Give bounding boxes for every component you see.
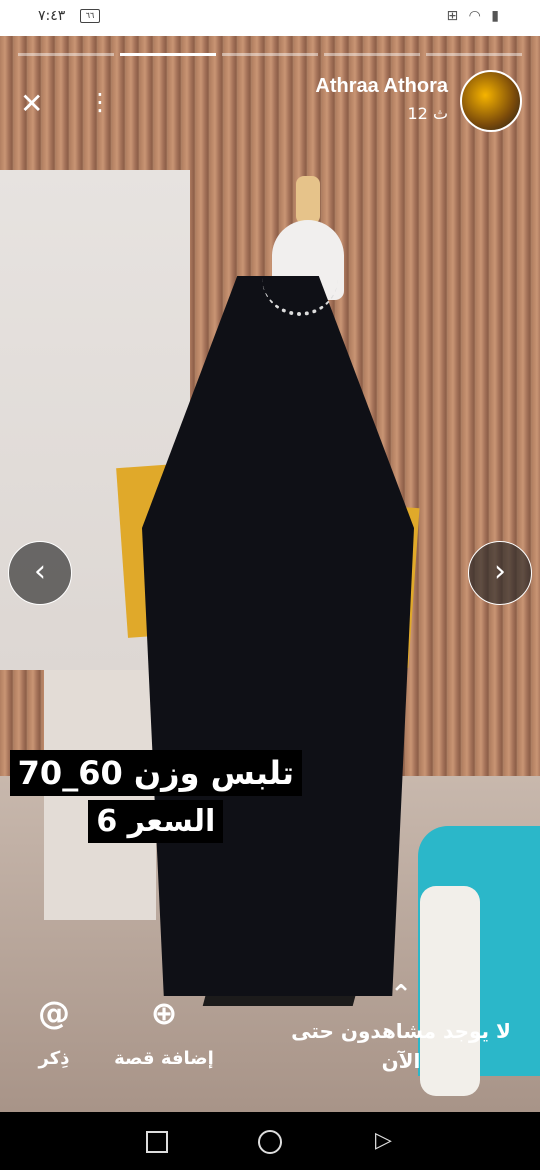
battery-icon: ٦٦ — [80, 9, 100, 23]
close-icon[interactable]: ✕ — [20, 90, 43, 118]
at-icon: @ — [38, 994, 70, 1032]
home-circle-icon[interactable] — [258, 1130, 282, 1154]
next-story-button[interactable]: › — [468, 541, 532, 605]
chevron-up-icon: ⌃ — [390, 980, 412, 1010]
plus-circle-icon: ⊕ — [150, 994, 178, 1032]
progress-segment — [426, 53, 522, 56]
mannequin-top — [296, 176, 320, 224]
previous-story-button[interactable]: ‹ — [8, 541, 72, 605]
recents-square-icon[interactable] — [146, 1131, 168, 1153]
more-options-icon[interactable]: ⋮ — [88, 88, 112, 116]
progress-segment — [222, 53, 318, 56]
progress-segment — [324, 53, 420, 56]
status-time: ٧:٤٣ — [38, 8, 66, 24]
author-name[interactable]: Athraa Athora — [315, 75, 448, 98]
caption-line-2: السعر 6 — [88, 800, 224, 843]
back-triangle-icon[interactable]: ▷ — [375, 1128, 392, 1153]
system-nav-bar: ▷ — [0, 1112, 540, 1170]
progress-segment-active — [120, 53, 216, 56]
story-progress — [18, 53, 522, 56]
status-bar: ٧:٤٣ ٦٦ ⊞ ◠ ▮ — [0, 0, 540, 36]
add-story-label: إضافة قصة — [114, 1048, 214, 1069]
avatar[interactable] — [460, 70, 522, 132]
status-icons: ⊞ ◠ ▮ — [446, 8, 502, 24]
mention-button[interactable]: @ ذِكر — [26, 994, 82, 1069]
story-caption: تلبس وزن 60_70 السعر 6 — [9, 750, 302, 847]
add-story-button[interactable]: ⊕ إضافة قصة — [106, 994, 222, 1069]
viewers-text: لا يوجد مشاهدون حتى الآن — [291, 1019, 511, 1073]
viewers-panel[interactable]: ⌃ لا يوجد مشاهدون حتى الآن — [286, 980, 516, 1076]
caption-line-1: تلبس وزن 60_70 — [9, 750, 302, 796]
mention-label: ذِكر — [38, 1048, 70, 1069]
time-ago: 12 ث — [407, 104, 448, 123]
progress-segment — [18, 53, 114, 56]
story-viewer[interactable]: تلبس وزن 60_70 السعر 6 Athraa Athora 12 … — [0, 36, 540, 1112]
